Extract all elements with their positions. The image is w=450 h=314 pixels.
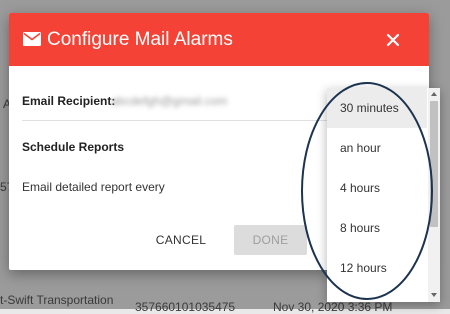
dialog-title: Configure Mail Alarms (47, 29, 233, 50)
close-icon[interactable] (386, 33, 400, 47)
cancel-button[interactable]: CANCEL (141, 225, 221, 255)
done-button[interactable]: DONE (234, 225, 307, 255)
email-recipient-label: Email Recipient: (22, 94, 116, 108)
background-imei-cell: 357660101035475 (135, 300, 236, 314)
schedule-reports-heading: Schedule Reports (22, 140, 125, 154)
annotation-ellipse (301, 82, 433, 300)
dialog-header: Configure Mail Alarms (9, 13, 429, 66)
mail-icon (23, 32, 41, 46)
report-frequency-label: Email detailed report every (22, 180, 165, 194)
background-transport-cell: t-Swift Transportation (0, 293, 114, 307)
background-date-cell: Nov 30, 2020 3:36 PM (273, 300, 393, 314)
email-recipient-value: abcdefgh@gmail.com (111, 94, 228, 108)
